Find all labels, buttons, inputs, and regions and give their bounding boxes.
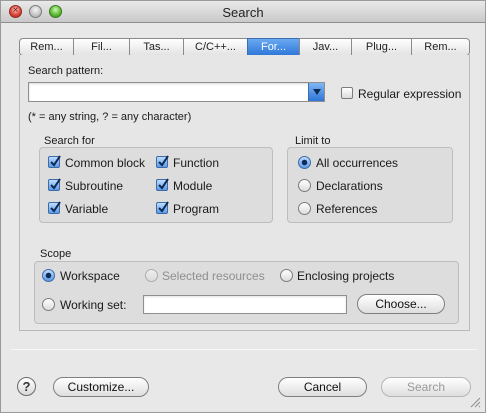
customize-button[interactable]: Customize... xyxy=(53,377,149,397)
enclosing-projects-radio[interactable] xyxy=(280,269,293,282)
tab-plugin[interactable]: Plug... xyxy=(351,38,411,56)
scope-title: Scope xyxy=(40,248,72,260)
common-block-checkbox[interactable] xyxy=(48,155,61,168)
search-for-title: Search for xyxy=(44,135,95,147)
program-label: Program xyxy=(173,202,220,216)
subroutine-checkbox[interactable] xyxy=(48,178,61,191)
tab-cpp[interactable]: C/C++... xyxy=(183,38,247,56)
limit-to-group: All occurrences Declarations References xyxy=(287,147,453,223)
module-checkbox[interactable] xyxy=(156,178,169,191)
workspace-label: Workspace xyxy=(60,269,120,283)
working-set-radio[interactable] xyxy=(42,298,55,311)
help-button[interactable]: ? xyxy=(17,377,36,396)
resize-grip-icon[interactable] xyxy=(470,397,481,408)
working-set-field[interactable] xyxy=(143,295,347,314)
checkmark-icon xyxy=(50,178,61,190)
references-label: References xyxy=(316,202,378,216)
selected-resources-radio[interactable] xyxy=(145,269,158,282)
working-set-input[interactable] xyxy=(144,296,346,313)
program-checkbox[interactable] xyxy=(156,201,169,214)
enclosing-projects-label: Enclosing projects xyxy=(297,269,395,283)
function-label: Function xyxy=(173,156,220,170)
search-pattern-label: Search pattern: xyxy=(28,65,104,77)
tab-java[interactable]: Jav... xyxy=(299,38,351,56)
tab-fortran[interactable]: For... xyxy=(247,38,299,56)
regex-label: Regular expression xyxy=(358,87,462,101)
search-pattern-input[interactable] xyxy=(29,83,307,101)
footer-separator xyxy=(11,349,477,350)
search-for-group: Common block Function Subroutine Module … xyxy=(39,147,273,223)
wildcard-hint: (* = any string, ? = any character) xyxy=(28,111,192,123)
help-icon: ? xyxy=(22,379,31,394)
all-occurrences-label: All occurrences xyxy=(316,156,399,170)
checkmark-icon xyxy=(158,201,169,213)
references-radio[interactable] xyxy=(298,202,311,215)
checkmark-icon xyxy=(158,178,169,190)
declarations-label: Declarations xyxy=(316,179,383,193)
chevron-down-icon xyxy=(313,89,321,95)
choose-button[interactable]: Choose... xyxy=(357,294,445,314)
checkmark-icon xyxy=(158,155,169,167)
working-set-label: Working set: xyxy=(60,298,127,312)
subroutine-label: Subroutine xyxy=(65,179,124,193)
combo-dropdown-button[interactable] xyxy=(308,83,324,101)
scope-group: Workspace Selected resources Enclosing p… xyxy=(34,261,459,324)
checkmark-icon xyxy=(50,155,61,167)
tab-remote-2[interactable]: Rem... xyxy=(411,38,470,56)
function-checkbox[interactable] xyxy=(156,155,169,168)
limit-to-title: Limit to xyxy=(295,135,331,147)
tab-content-panel: Search pattern: Regular expression (* = … xyxy=(19,55,470,331)
declarations-radio[interactable] xyxy=(298,179,311,192)
tab-file[interactable]: Fil... xyxy=(73,38,129,56)
search-type-tabs: Rem... Fil... Tas... C/C++... For... Jav… xyxy=(19,38,470,56)
cancel-button[interactable]: Cancel xyxy=(278,377,367,397)
title-bar: × Search xyxy=(1,1,485,23)
search-pattern-combo[interactable] xyxy=(28,82,325,102)
regex-checkbox[interactable] xyxy=(341,87,353,99)
module-label: Module xyxy=(173,179,213,193)
common-block-label: Common block xyxy=(65,156,146,170)
search-button[interactable]: Search xyxy=(381,377,471,397)
tab-remote-1[interactable]: Rem... xyxy=(19,38,73,56)
selected-resources-label: Selected resources xyxy=(162,269,265,283)
variable-label: Variable xyxy=(65,202,109,216)
tab-task[interactable]: Tas... xyxy=(129,38,183,56)
variable-checkbox[interactable] xyxy=(48,201,61,214)
workspace-radio[interactable] xyxy=(42,269,55,282)
checkmark-icon xyxy=(50,201,61,213)
window-title: Search xyxy=(222,5,264,20)
search-dialog-window: × Search Rem... Fil... Tas... C/C++... F… xyxy=(0,0,486,413)
all-occurrences-radio[interactable] xyxy=(298,156,311,169)
